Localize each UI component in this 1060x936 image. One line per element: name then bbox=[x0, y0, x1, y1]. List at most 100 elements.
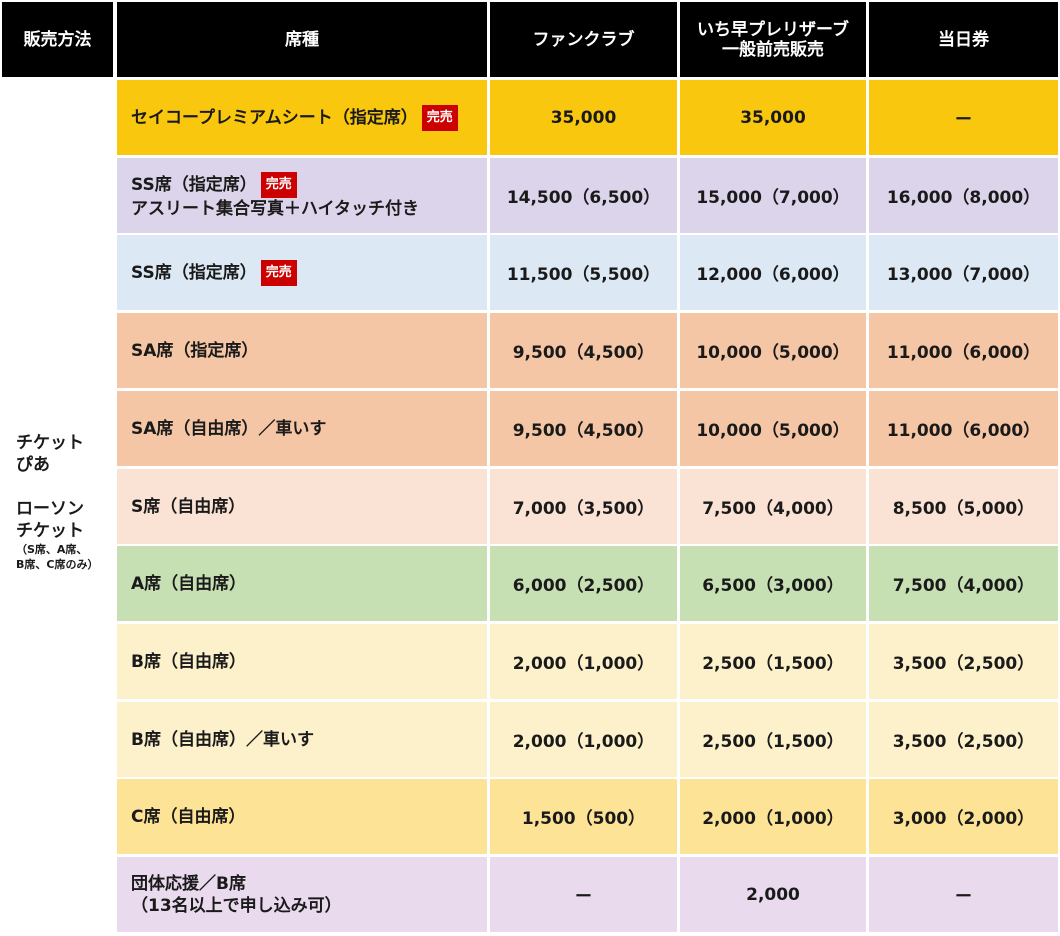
presale-price: 2,000 bbox=[746, 884, 800, 905]
header-presale: いち早プレリザーブ 一般前売販売 bbox=[680, 2, 866, 77]
seat-type-label: B席（自由席） bbox=[131, 651, 246, 672]
seat-type-cell: A席（自由席） bbox=[117, 546, 487, 621]
seat-type-cell: S席（自由席） bbox=[117, 469, 487, 544]
seat-type-label: SS席（指定席） bbox=[131, 262, 257, 283]
fanclub-price-cell: 6,000（2,500） bbox=[490, 546, 677, 621]
seat-type-cell: SA席（自由席）／車いす bbox=[117, 391, 487, 466]
dayof-price: 13,000（7,000） bbox=[886, 265, 1041, 285]
presale-price-cell: 12,000（6,000） bbox=[680, 235, 866, 310]
soldout-badge: 完売 bbox=[421, 104, 458, 131]
presale-price-cell: 35,000 bbox=[680, 80, 866, 155]
presale-price: 10,000（5,000） bbox=[696, 343, 850, 363]
fanclub-price: ー bbox=[575, 887, 592, 907]
dayof-price-cell: 11,000（6,000） bbox=[869, 391, 1058, 466]
dayof-price-cell: 8,500（5,000） bbox=[869, 469, 1058, 544]
fanclub-price: 35,000 bbox=[550, 107, 617, 128]
soldout-badge: 完売 bbox=[260, 259, 297, 286]
seat-type-sublabel: （13名以上で申し込み可） bbox=[131, 895, 342, 916]
header-method-label: 販売方法 bbox=[23, 29, 92, 50]
dayof-price: 16,000（8,000） bbox=[886, 188, 1041, 208]
sales-method-cell: チケット ぴあ ローソン チケット （S席、A席、 B席、C席のみ） bbox=[16, 432, 98, 572]
fanclub-price: 2,000（1,000） bbox=[512, 654, 655, 674]
seat-type-label: C席（自由席） bbox=[131, 806, 246, 827]
dayof-price-cell: 3,500（2,500） bbox=[869, 624, 1058, 699]
fanclub-price: 6,000（2,500） bbox=[512, 576, 655, 596]
dayof-price-cell: 16,000（8,000） bbox=[869, 158, 1058, 233]
presale-price-cell: 10,000（5,000） bbox=[680, 313, 866, 388]
presale-price: 2,000（1,000） bbox=[702, 809, 844, 829]
seat-type-label: A席（自由席） bbox=[131, 573, 247, 594]
fanclub-price-cell: 2,000（1,000） bbox=[490, 702, 677, 777]
method-note: （S席、A席、 bbox=[16, 543, 88, 556]
seat-type-label: S席（自由席） bbox=[131, 496, 246, 517]
seat-type-cell: SS席（指定席） 完売 アスリート集合写真＋ハイタッチ付き bbox=[117, 158, 487, 233]
seat-type-cell: SA席（指定席） bbox=[117, 313, 487, 388]
presale-price-cell: 2,000（1,000） bbox=[680, 779, 866, 854]
presale-price: 35,000 bbox=[740, 107, 806, 128]
presale-price-cell: 15,000（7,000） bbox=[680, 158, 866, 233]
seat-type-cell: C席（自由席） bbox=[117, 779, 487, 854]
fanclub-price-cell: 14,500（6,500） bbox=[490, 158, 677, 233]
seat-type-cell: セイコープレミアムシート（指定席） 完売 bbox=[117, 80, 487, 155]
dayof-price-cell: ー bbox=[869, 80, 1058, 155]
fanclub-price: 7,000（3,500） bbox=[512, 499, 655, 519]
header-dayof-label: 当日券 bbox=[938, 29, 989, 50]
dayof-price: 3,500（2,500） bbox=[892, 732, 1035, 752]
dayof-price: 7,500（4,000） bbox=[892, 576, 1035, 596]
presale-price: 7,500（4,000） bbox=[702, 499, 844, 519]
header-presale-line1: いち早プレリザーブ bbox=[697, 19, 849, 40]
fanclub-price: 11,500（5,500） bbox=[506, 265, 661, 285]
presale-price: 2,500（1,500） bbox=[702, 654, 844, 674]
seat-type-label: B席（自由席）／車いす bbox=[131, 729, 314, 750]
fanclub-price-cell: 1,500（500） bbox=[490, 779, 677, 854]
seat-type-label: SA席（指定席） bbox=[131, 340, 259, 361]
method-line: ぴあ bbox=[16, 455, 50, 475]
presale-price-cell: 2,000 bbox=[680, 857, 866, 932]
presale-price-cell: 10,000（5,000） bbox=[680, 391, 866, 466]
header-fanclub-label: ファンクラブ bbox=[532, 29, 635, 50]
presale-price: 6,500（3,000） bbox=[702, 576, 844, 596]
dayof-price-cell: 3,500（2,500） bbox=[869, 702, 1058, 777]
seat-type-label: SA席（自由席）／車いす bbox=[131, 418, 327, 439]
fanclub-price-cell: 11,500（5,500） bbox=[490, 235, 677, 310]
method-line: チケット bbox=[16, 433, 84, 453]
dayof-price: 11,000（6,000） bbox=[886, 421, 1041, 441]
dayof-price: 11,000（6,000） bbox=[886, 343, 1041, 363]
fanclub-price: 14,500（6,500） bbox=[506, 188, 661, 208]
fanclub-price-cell: 7,000（3,500） bbox=[490, 469, 677, 544]
fanclub-price: 9,500（4,500） bbox=[512, 421, 655, 441]
fanclub-price-cell: 9,500（4,500） bbox=[490, 391, 677, 466]
header-method: 販売方法 bbox=[2, 2, 113, 77]
presale-price: 15,000（7,000） bbox=[696, 188, 850, 208]
soldout-badge: 完売 bbox=[260, 171, 297, 198]
header-seat-label: 席種 bbox=[285, 29, 319, 50]
fanclub-price-cell: 9,500（4,500） bbox=[490, 313, 677, 388]
presale-price: 10,000（5,000） bbox=[696, 421, 850, 441]
seat-type-label: SS席（指定席） bbox=[131, 174, 257, 195]
fanclub-price-cell: 35,000 bbox=[490, 80, 677, 155]
method-line: ローソン bbox=[16, 499, 84, 519]
presale-price-cell: 7,500（4,000） bbox=[680, 469, 866, 544]
method-line: チケット bbox=[16, 521, 84, 541]
header-seat: 席種 bbox=[117, 2, 487, 77]
dayof-price-cell: 11,000（6,000） bbox=[869, 313, 1058, 388]
fanclub-price-cell: 2,000（1,000） bbox=[490, 624, 677, 699]
fanclub-price: 1,500（500） bbox=[521, 809, 646, 829]
dayof-price-cell: 13,000（7,000） bbox=[869, 235, 1058, 310]
header-fanclub: ファンクラブ bbox=[490, 2, 677, 77]
dayof-price: ー bbox=[955, 110, 972, 130]
seat-type-cell: B席（自由席） bbox=[117, 624, 487, 699]
seat-type-sublabel: アスリート集合写真＋ハイタッチ付き bbox=[131, 198, 419, 219]
presale-price-cell: 2,500（1,500） bbox=[680, 624, 866, 699]
method-note: B席、C席のみ） bbox=[16, 558, 99, 571]
presale-price-cell: 6,500（3,000） bbox=[680, 546, 866, 621]
dayof-price: 3,500（2,500） bbox=[892, 654, 1035, 674]
header-presale-line2: 一般前売販売 bbox=[722, 39, 824, 60]
seat-type-cell: B席（自由席）／車いす bbox=[117, 702, 487, 777]
fanclub-price-cell: ー bbox=[490, 857, 677, 932]
seat-type-cell: SS席（指定席） 完売 bbox=[117, 235, 487, 310]
fanclub-price: 9,500（4,500） bbox=[512, 343, 655, 363]
dayof-price-cell: ー bbox=[869, 857, 1058, 932]
presale-price: 12,000（6,000） bbox=[696, 265, 850, 285]
presale-price-cell: 2,500（1,500） bbox=[680, 702, 866, 777]
